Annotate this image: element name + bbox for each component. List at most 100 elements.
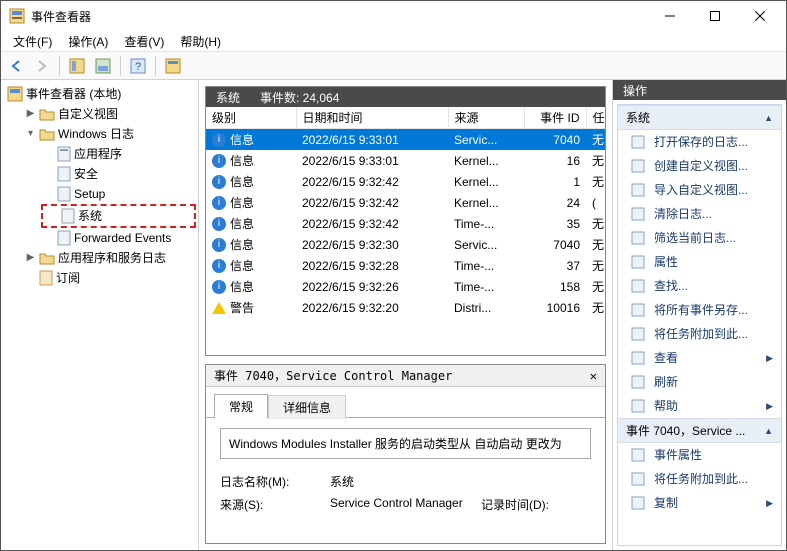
svg-text:?: ?: [135, 61, 141, 73]
info-icon: i: [212, 259, 226, 273]
app-icon: [9, 8, 25, 24]
action-item[interactable]: 属性: [618, 250, 781, 274]
folder-icon: [39, 251, 55, 265]
tab-general[interactable]: 常规: [214, 394, 268, 418]
action-item[interactable]: 创建自定义视图...: [618, 154, 781, 178]
action-item[interactable]: 复制▶: [618, 491, 781, 515]
tree-root[interactable]: 事件查看器 (本地): [5, 84, 196, 104]
tree-log-security[interactable]: 安全: [41, 164, 196, 184]
list-header-name: 系统: [216, 89, 240, 106]
action-item[interactable]: 将任务附加到此...: [618, 467, 781, 491]
menu-view[interactable]: 查看(V): [116, 31, 172, 52]
action-item[interactable]: 导入自定义视图...: [618, 178, 781, 202]
expander-icon[interactable]: ▶: [25, 248, 36, 268]
tree-log-forwarded[interactable]: Forwarded Events: [41, 228, 196, 248]
save-icon: [630, 302, 646, 318]
action-item[interactable]: 事件属性: [618, 443, 781, 467]
table-row[interactable]: i信息2022/6/15 9:33:01Servic...7040无: [206, 129, 605, 151]
detail-title: 事件 7040，Service Control Manager: [214, 367, 452, 384]
center-pane: 系统 事件数: 24,064 级别 日期和时间 来源 事件 ID 任 i信息20: [199, 80, 612, 550]
folder-open-icon: [630, 134, 646, 150]
label-source: 来源(S):: [220, 496, 330, 513]
info-icon: i: [212, 280, 226, 294]
action-item[interactable]: 查找...: [618, 274, 781, 298]
table-row[interactable]: i信息2022/6/15 9:32:42Kernel...24(: [206, 192, 605, 213]
folder-icon: [39, 127, 55, 141]
copy-icon: [630, 495, 646, 511]
action-item[interactable]: 帮助▶: [618, 394, 781, 418]
attach-task-icon: [630, 471, 646, 487]
table-row[interactable]: 警告2022/6/15 9:32:20Distri...10016无: [206, 297, 605, 318]
menu-help[interactable]: 帮助(H): [172, 31, 229, 52]
folder-icon: [39, 107, 55, 121]
action-item[interactable]: 将所有事件另存...: [618, 298, 781, 322]
actions-pane: 操作 系统▲ 打开保存的日志...创建自定义视图...导入自定义视图...清除日…: [612, 80, 786, 550]
table-row[interactable]: i信息2022/6/15 9:32:42Time-...35无: [206, 213, 605, 234]
table-row[interactable]: i信息2022/6/15 9:32:28Time-...37无: [206, 255, 605, 276]
expander-icon[interactable]: ▶: [25, 104, 36, 124]
tree-log-application[interactable]: 应用程序: [41, 144, 196, 164]
value-source: Service Control Manager: [330, 496, 481, 513]
back-button[interactable]: [5, 55, 27, 77]
detail-message: Windows Modules Installer 服务的启动类型从 自动启动 …: [220, 428, 591, 459]
log-icon: [57, 186, 71, 202]
event-viewer-icon: [7, 86, 23, 102]
col-level[interactable]: 级别: [206, 107, 296, 129]
collapse-icon: ▲: [764, 426, 773, 436]
maximize-button[interactable]: [692, 1, 737, 31]
app-window: 事件查看器 文件(F) 操作(A) 查看(V) 帮助(H) ?: [0, 0, 787, 551]
col-datetime[interactable]: 日期和时间: [296, 107, 448, 129]
action-item[interactable]: 将任务附加到此...: [618, 322, 781, 346]
menu-action[interactable]: 操作(A): [60, 31, 116, 52]
event-detail-panel: 事件 7040，Service Control Manager ✕ 常规 详细信…: [205, 364, 606, 544]
properties-icon: [630, 254, 646, 270]
action-item[interactable]: 刷新: [618, 370, 781, 394]
tab-details[interactable]: 详细信息: [268, 395, 346, 419]
tree-custom-views[interactable]: ▶自定义视图: [23, 104, 196, 124]
tree-log-setup[interactable]: Setup: [41, 184, 196, 204]
tree-app-service-logs[interactable]: ▶应用程序和服务日志: [23, 248, 196, 268]
label-logged: 记录时间(D):: [481, 496, 591, 513]
log-icon: [57, 166, 71, 182]
table-row[interactable]: i信息2022/6/15 9:32:26Time-...158无: [206, 276, 605, 297]
actions-section-event[interactable]: 事件 7040，Service ...▲: [618, 418, 781, 443]
table-row[interactable]: i信息2022/6/15 9:32:42Kernel...1无: [206, 171, 605, 192]
import-icon: [630, 182, 646, 198]
info-icon: i: [212, 238, 226, 252]
minimize-button[interactable]: [647, 1, 692, 31]
expander-icon[interactable]: ▾: [25, 124, 36, 144]
table-row[interactable]: i信息2022/6/15 9:32:30Servic...7040无: [206, 234, 605, 255]
actions-section-system[interactable]: 系统▲: [618, 105, 781, 130]
log-icon: [57, 230, 71, 246]
content-area: 事件查看器 (本地) ▶自定义视图 ▾Windows 日志 应用程序 安全 Se…: [1, 80, 786, 550]
table-row[interactable]: i信息2022/6/15 9:33:01Kernel...16无: [206, 150, 605, 171]
show-preview-button[interactable]: [92, 55, 114, 77]
help-button[interactable]: ?: [127, 55, 149, 77]
action-item[interactable]: 筛选当前日志...: [618, 226, 781, 250]
list-header-count: 事件数: 24,064: [260, 89, 339, 106]
menu-file[interactable]: 文件(F): [5, 31, 60, 52]
tree-log-system[interactable]: 系统: [41, 204, 196, 228]
funnel-icon: [630, 230, 646, 246]
show-tree-button[interactable]: [66, 55, 88, 77]
col-source[interactable]: 来源: [448, 107, 524, 129]
forward-button[interactable]: [31, 55, 53, 77]
table-header-row: 级别 日期和时间 来源 事件 ID 任: [206, 107, 605, 129]
info-icon: i: [212, 175, 226, 189]
info-icon: i: [212, 196, 226, 210]
tree-subscriptions[interactable]: 订阅: [23, 268, 196, 288]
col-eventid[interactable]: 事件 ID: [524, 107, 586, 129]
action-item[interactable]: 查看▶: [618, 346, 781, 370]
info-icon: i: [212, 154, 226, 168]
action-item[interactable]: 清除日志...: [618, 202, 781, 226]
event-list: 系统 事件数: 24,064 级别 日期和时间 来源 事件 ID 任 i信息20: [205, 86, 606, 356]
list-header-bar: 系统 事件数: 24,064: [206, 87, 605, 107]
action-item[interactable]: 打开保存的日志...: [618, 130, 781, 154]
view-button[interactable]: [162, 55, 184, 77]
tree-windows-logs[interactable]: ▾Windows 日志: [23, 124, 196, 144]
attach-task-icon: [630, 326, 646, 342]
close-button[interactable]: [737, 1, 782, 31]
close-detail-button[interactable]: ✕: [590, 369, 597, 383]
col-task[interactable]: 任: [586, 107, 605, 129]
collapse-icon: ▲: [764, 113, 773, 123]
